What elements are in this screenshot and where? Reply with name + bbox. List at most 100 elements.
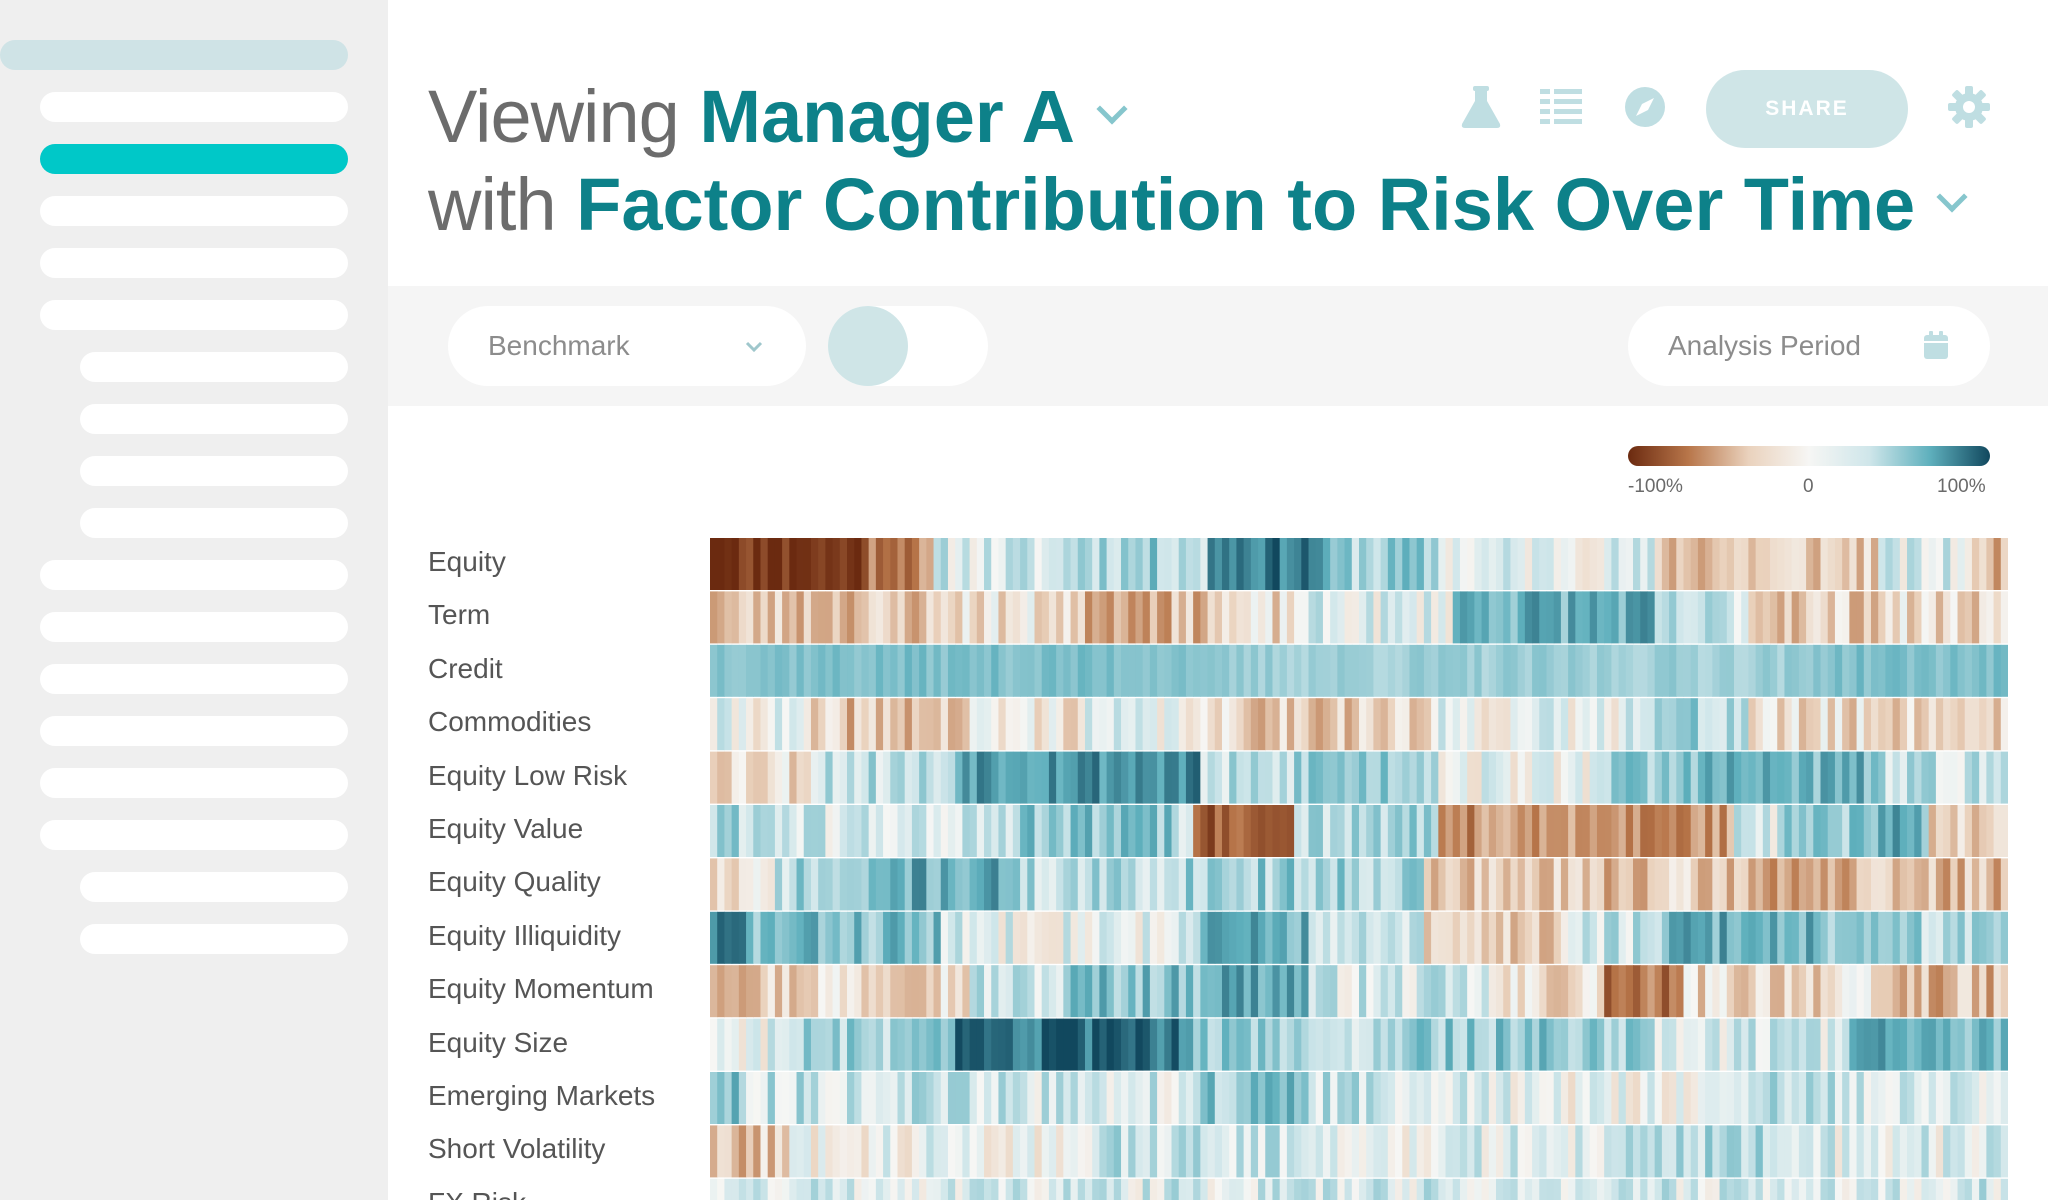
sidebar-subitem[interactable] bbox=[80, 404, 348, 434]
analysis-period-picker[interactable]: Analysis Period bbox=[1628, 306, 1990, 386]
heatmap-cell bbox=[1409, 1125, 1418, 1178]
heatmap-cell bbox=[1344, 911, 1353, 964]
heatmap-cell bbox=[1863, 591, 1872, 644]
heatmap-cell bbox=[847, 1072, 855, 1124]
heatmap-cell bbox=[1077, 858, 1086, 911]
heatmap-cell bbox=[1575, 911, 1584, 964]
heatmap-cell bbox=[1921, 698, 1930, 751]
sidebar-item[interactable] bbox=[40, 612, 348, 642]
heatmap-cell bbox=[1935, 591, 1944, 644]
heatmap-cell bbox=[1322, 1125, 1331, 1178]
heatmap-cell bbox=[796, 538, 805, 590]
sidebar-item[interactable] bbox=[40, 196, 348, 226]
list-icon[interactable] bbox=[1538, 84, 1584, 130]
heatmap-cell bbox=[1409, 1072, 1418, 1124]
heatmap-cell bbox=[933, 1125, 942, 1178]
heatmap-cell bbox=[1301, 858, 1310, 911]
heatmap-cell bbox=[933, 1018, 942, 1071]
heatmap-cell bbox=[1568, 644, 1576, 697]
heatmap-cell bbox=[1243, 805, 1252, 857]
sidebar-item[interactable] bbox=[40, 664, 348, 694]
heatmap-cell bbox=[919, 644, 927, 697]
heatmap-cell bbox=[1705, 1018, 1713, 1071]
toggle-knob[interactable] bbox=[828, 306, 908, 386]
calendar-icon bbox=[1924, 331, 1948, 359]
heatmap-cell bbox=[1243, 1018, 1252, 1071]
heatmap-cell bbox=[1200, 911, 1209, 964]
heatmap-cell bbox=[1568, 538, 1576, 590]
heatmap-cell bbox=[1048, 591, 1057, 644]
heatmap-cell bbox=[1546, 1125, 1555, 1178]
heatmap-cell bbox=[1445, 1018, 1454, 1071]
heatmap-cell bbox=[1474, 911, 1483, 964]
chevron-down-icon[interactable] bbox=[1096, 93, 1128, 125]
sidebar-item[interactable] bbox=[40, 92, 348, 122]
heatmap-cell bbox=[1214, 751, 1223, 804]
sidebar-item-active[interactable] bbox=[40, 144, 348, 174]
heatmap-cell bbox=[1950, 805, 1959, 857]
heatmap-cell bbox=[1834, 1125, 1843, 1178]
sidebar-item[interactable] bbox=[40, 768, 348, 798]
heatmap-cell bbox=[861, 911, 870, 964]
heatmap-cell bbox=[1524, 965, 1533, 1018]
sidebar-item[interactable] bbox=[40, 560, 348, 590]
heatmap-cell bbox=[1149, 965, 1158, 1018]
heatmap-cell bbox=[1849, 538, 1858, 590]
heatmap-cell bbox=[1589, 591, 1598, 644]
sidebar-subitem[interactable] bbox=[80, 456, 348, 486]
sidebar-subitem[interactable] bbox=[80, 352, 348, 382]
heatmap-cell bbox=[1142, 751, 1151, 804]
heatmap-cell bbox=[1654, 751, 1663, 804]
heatmap-cell bbox=[1791, 965, 1800, 1018]
share-button[interactable]: SHARE bbox=[1706, 70, 1908, 148]
heatmap-cell bbox=[1935, 1018, 1944, 1071]
heatmap-cell bbox=[774, 751, 783, 804]
sidebar-header-bar[interactable] bbox=[0, 40, 348, 70]
heatmap-cell bbox=[832, 698, 841, 751]
benchmark-toggle[interactable] bbox=[828, 306, 988, 386]
benchmark-select[interactable]: Benchmark bbox=[448, 306, 806, 386]
sidebar-subitem[interactable] bbox=[80, 872, 348, 902]
heatmap-cell bbox=[1849, 698, 1858, 751]
heatmap-cell bbox=[1221, 1178, 1230, 1200]
heatmap-cell bbox=[1121, 538, 1129, 590]
heatmap-cell bbox=[1741, 591, 1749, 644]
heatmap-cell bbox=[1387, 805, 1396, 857]
sidebar-item[interactable] bbox=[40, 716, 348, 746]
heatmap-cell bbox=[1596, 1072, 1605, 1124]
flask-icon[interactable] bbox=[1458, 84, 1504, 130]
sidebar-subitem[interactable] bbox=[80, 924, 348, 954]
manager-selector[interactable]: Manager A bbox=[699, 75, 1075, 158]
heatmap-cell bbox=[710, 1178, 718, 1200]
heatmap-cell bbox=[1467, 751, 1475, 804]
heatmap-cell bbox=[1762, 644, 1771, 697]
heatmap-cell bbox=[1971, 965, 1980, 1018]
view-selector[interactable]: Factor Contribution to Risk Over Time bbox=[576, 163, 1915, 246]
heatmap-cell bbox=[1099, 1018, 1108, 1071]
heatmap-cell bbox=[1481, 858, 1490, 911]
compass-icon[interactable] bbox=[1622, 84, 1668, 130]
heatmap-cell bbox=[1885, 805, 1894, 857]
heatmap-cell bbox=[1207, 538, 1216, 590]
sidebar-item[interactable] bbox=[40, 248, 348, 278]
heatmap-cell bbox=[1690, 698, 1699, 751]
chevron-down-icon[interactable] bbox=[1936, 181, 1968, 213]
heatmap-cell bbox=[1488, 858, 1497, 911]
heatmap-cell bbox=[1221, 1072, 1230, 1124]
heatmap-cell bbox=[1957, 1125, 1966, 1178]
heatmap-cell bbox=[1445, 1072, 1454, 1124]
heatmap-cell bbox=[1798, 1072, 1807, 1124]
heatmap-cell bbox=[1452, 1018, 1461, 1071]
heatmap-cell bbox=[1705, 591, 1713, 644]
sidebar-subitem[interactable] bbox=[80, 508, 348, 538]
heatmap-cell bbox=[1676, 911, 1685, 964]
heatmap-cell bbox=[1885, 965, 1894, 1018]
heatmap-cell bbox=[1669, 1125, 1677, 1178]
heatmap-cell bbox=[868, 1072, 877, 1124]
sidebar-item[interactable] bbox=[40, 820, 348, 850]
sidebar-item[interactable] bbox=[40, 300, 348, 330]
heatmap-cell bbox=[1121, 858, 1129, 911]
heatmap-cell bbox=[904, 1125, 913, 1178]
heatmap-cell bbox=[1294, 591, 1302, 644]
gear-icon[interactable] bbox=[1946, 84, 1992, 130]
